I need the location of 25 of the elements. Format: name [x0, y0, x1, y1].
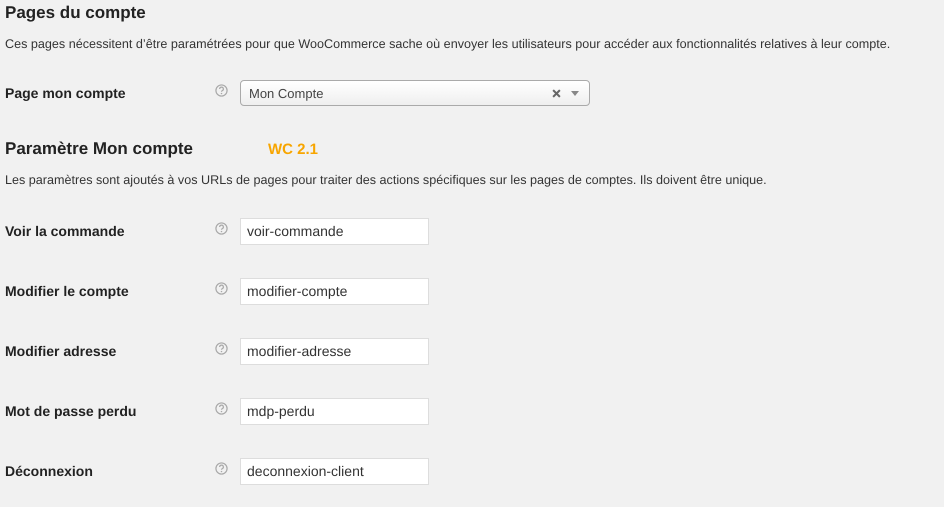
field-label: Modifier le compte: [5, 283, 130, 299]
input-field[interactable]: deconnexion-client: [240, 458, 429, 484]
field-label: Voir la commande: [5, 223, 126, 239]
input-field[interactable]: modifier-adresse: [240, 338, 429, 364]
version-label: WC 2.1: [268, 141, 318, 158]
section-heading: Pages du compte: [5, 3, 146, 23]
field-label: Page mon compte: [5, 85, 127, 101]
input-field[interactable]: mdp-perdu: [240, 398, 429, 424]
help-icon[interactable]: [215, 282, 228, 294]
field-label: Modifier adresse: [5, 343, 118, 359]
help-icon[interactable]: [215, 342, 228, 354]
section-heading: Paramètre Mon compte: [5, 139, 193, 159]
help-icon[interactable]: [215, 462, 228, 474]
help-icon[interactable]: [215, 402, 228, 414]
section-description: Les paramètres sont ajoutés à vos URLs de pages pour traiter des actions spécifiques sur les pages de comptes. Ils doivent être unique.: [5, 172, 768, 188]
section-description: Ces pages nécessitent d’être paramétrées pour que WooCommerce sache où envoyer les utilisateurs pour accéder aux fonctionnalités relatives à leur compte.: [5, 36, 892, 52]
clear-icon[interactable]: [552, 88, 561, 98]
help-icon[interactable]: [215, 84, 228, 96]
caret-icon[interactable]: [571, 90, 579, 96]
field-label: Déconnexion: [5, 463, 94, 479]
field-label: Mot de passe perdu: [5, 403, 138, 419]
help-icon[interactable]: [215, 222, 228, 234]
input-field[interactable]: voir-commande: [240, 218, 429, 244]
input-field[interactable]: modifier-compte: [240, 278, 429, 304]
page-select[interactable]: Mon Compte: [240, 80, 590, 106]
